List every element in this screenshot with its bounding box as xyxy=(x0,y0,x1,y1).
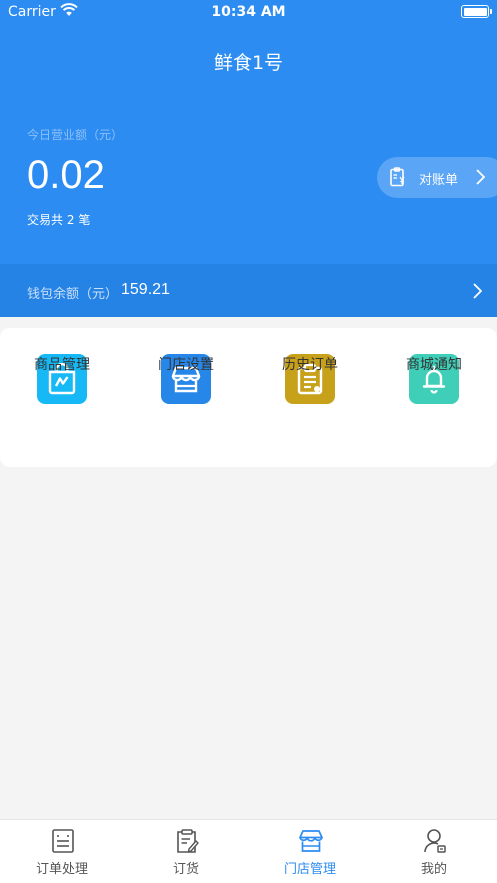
tab-store-management[interactable]: 门店管理 xyxy=(248,820,372,883)
transaction-count-line: 交易共 2 笔 xyxy=(27,211,90,228)
tx-count: 2 xyxy=(66,213,75,227)
statement-icon xyxy=(390,167,405,187)
tab-label: 我的 xyxy=(420,862,447,877)
page-title: 鲜食1号 xyxy=(213,52,284,74)
menu-label: 门店设置 xyxy=(158,357,214,373)
menu-item-mall-notifications[interactable]: 商城通知 xyxy=(372,354,496,444)
chevron-right-icon xyxy=(476,169,485,185)
today-revenue-amount: 0.02 xyxy=(27,153,105,197)
status-time: 10:34 AM xyxy=(211,4,286,20)
battery-icon xyxy=(461,5,492,18)
storefront-icon xyxy=(299,830,323,852)
tab-ordering[interactable]: 订货 xyxy=(124,820,248,883)
function-menu: 商品管理 门店设置 历史订单 商城通知 xyxy=(0,328,497,467)
wallet-balance-label: 钱包余额（元） xyxy=(27,287,119,302)
tab-label: 订货 xyxy=(172,862,199,877)
chevron-right-icon xyxy=(473,283,482,299)
menu-item-store-settings[interactable]: 门店设置 xyxy=(124,354,248,444)
tab-order-processing[interactable]: 订单处理 xyxy=(0,820,124,883)
today-revenue-label: 今日营业额（元） xyxy=(27,128,124,142)
tx-suffix: 笔 xyxy=(78,213,91,227)
menu-label: 商品管理 xyxy=(34,357,90,373)
reconciliation-label: 对账单 xyxy=(419,173,459,188)
menu-label: 历史订单 xyxy=(282,357,338,373)
tab-label: 订单处理 xyxy=(35,862,88,877)
wallet-balance-value: 159.21 xyxy=(121,281,170,298)
clipboard-pen-icon xyxy=(177,829,199,853)
status-bar: Carrier 10:34 AM xyxy=(0,0,497,26)
profile-icon xyxy=(424,829,446,853)
menu-item-order-history[interactable]: 历史订单 xyxy=(248,354,372,444)
menu-item-product-management[interactable]: 商品管理 xyxy=(0,354,124,444)
menu-label: 商城通知 xyxy=(406,357,462,373)
tx-prefix: 交易共 xyxy=(27,213,64,227)
wallet-balance-row[interactable]: 钱包余额（元） 159.21 xyxy=(0,264,497,317)
order-list-icon xyxy=(52,829,74,853)
reconciliation-button[interactable]: 对账单 xyxy=(377,157,497,198)
bottom-tab-bar: 订单处理 订货 门店管理 我的 xyxy=(0,819,497,883)
tab-mine[interactable]: 我的 xyxy=(372,820,496,883)
header-panel: Carrier 10:34 AM 鲜食1号 今日营业额（元） 0.02 交易共 … xyxy=(0,0,497,317)
tab-label: 门店管理 xyxy=(283,862,336,877)
